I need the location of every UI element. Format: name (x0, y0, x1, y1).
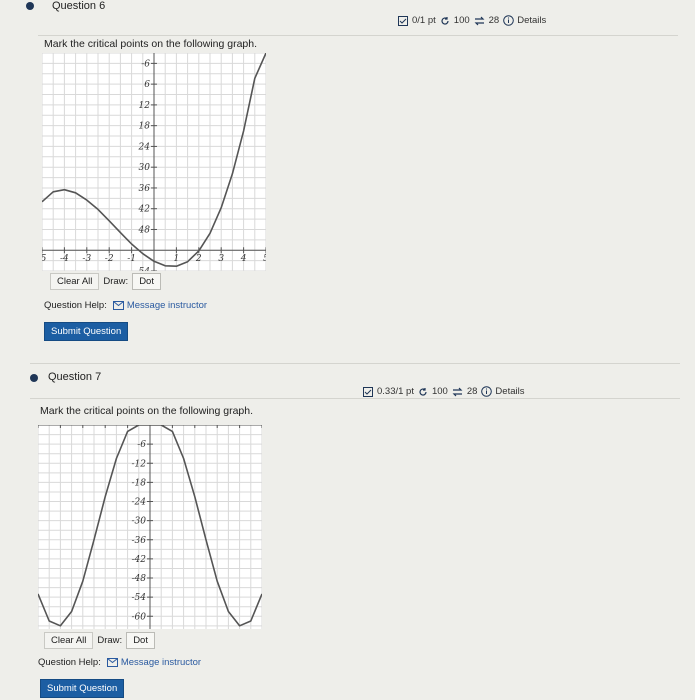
info-icon (503, 15, 515, 26)
y-tick-label: -54 (132, 593, 147, 603)
question-6-bullet (26, 2, 34, 10)
y-tick-label: -24 (132, 498, 147, 508)
clear-all-button[interactable]: Clear All (50, 273, 100, 290)
question-7-divider (30, 398, 680, 399)
score-box-icon (398, 15, 408, 26)
x-tick-label: 3 (218, 254, 224, 264)
question-7-details-label: Details (495, 386, 525, 397)
message-instructor-label: Message instructor (120, 657, 202, 668)
question-6-toolbar: Clear All Draw: Dot (50, 273, 161, 290)
question-help-label: Question Help: (38, 657, 101, 668)
y-tick-label: -36 (132, 536, 147, 546)
info-icon (481, 386, 493, 397)
question-help-label: Question Help: (44, 300, 107, 311)
x-tick-label: 1 (174, 254, 180, 264)
y-tick-label: -30 (132, 517, 147, 527)
question-6-details-label: Details (517, 15, 547, 26)
envelope-icon (106, 658, 118, 667)
message-instructor-label: Message instructor (126, 300, 208, 311)
y-tick-label: 30 (139, 163, 151, 173)
question-6-help: Question Help: Message instructor (44, 300, 207, 311)
question-6-attempts: 100 (453, 15, 470, 26)
question-7-graph-canvas[interactable]: -5-4-3-2-112345-6-12-18-24-30-36-42-48-5… (38, 425, 262, 629)
question-6-prompt: Mark the critical points on the followin… (44, 38, 258, 50)
draw-label: Draw: (97, 635, 123, 646)
question-7-bullet (30, 374, 38, 382)
question-6-status: 0/1 pt 100 28 Details (398, 15, 546, 26)
question-7-score: 0.33/1 pt (377, 386, 414, 397)
y-tick-label: -60 (132, 612, 147, 622)
question-7-attempts: 100 (431, 386, 448, 397)
x-tick-label: -5 (42, 254, 47, 264)
question-6-retries: 28 (488, 15, 500, 26)
y-tick-label: -48 (132, 574, 147, 584)
question-6-submit-button[interactable]: Submit Question (44, 322, 129, 341)
y-tick-label: 24 (138, 142, 151, 152)
dot-tool-button[interactable]: Dot (132, 273, 161, 290)
y-tick-label: 54 (139, 267, 151, 271)
y-tick-label: -6 (141, 59, 150, 69)
draw-label: Draw: (103, 276, 129, 287)
y-tick-label: -6 (137, 440, 146, 450)
question-6-header: Question 6 0/1 pt 100 28 Details (0, 0, 695, 26)
question-7-retries: 28 (466, 386, 478, 397)
retry-icon (452, 387, 463, 396)
question-7-graph[interactable]: -5-4-3-2-112345-6-12-18-24-30-36-42-48-5… (38, 425, 262, 629)
retry-icon (474, 16, 485, 25)
question-7-help: Question Help: Message instructor (38, 657, 201, 668)
envelope-icon (112, 301, 124, 310)
x-tick-label: 5 (263, 254, 266, 264)
y-tick-label: 18 (139, 122, 151, 132)
score-box-icon (363, 386, 373, 397)
question-7-toolbar: Clear All Draw: Dot (44, 632, 155, 649)
x-tick-label: -4 (60, 254, 69, 264)
question-6-graph[interactable]: -5-4-3-2-11234554484236302418126-6 (42, 53, 266, 271)
question-7-details-link[interactable]: Details (481, 386, 524, 397)
question-7-header: Question 7 0.33/1 pt 100 28 Details (0, 370, 695, 397)
y-tick-label: -42 (132, 555, 147, 565)
attempts-icon (441, 16, 449, 25)
question-6-title: Question 6 (52, 0, 106, 12)
x-tick-label: 2 (195, 254, 202, 264)
y-tick-label: 12 (139, 101, 151, 111)
y-tick-label: 42 (138, 205, 151, 215)
y-tick-label: -12 (132, 459, 147, 469)
question-7-prompt: Mark the critical points on the followin… (40, 405, 254, 417)
question-6-score: 0/1 pt (412, 15, 436, 26)
x-tick-label: 4 (240, 254, 247, 264)
x-tick-label: -1 (127, 254, 136, 264)
y-tick-label: 48 (138, 225, 151, 235)
clear-all-button[interactable]: Clear All (44, 632, 94, 649)
message-instructor-link[interactable]: Message instructor (112, 300, 208, 311)
question-7-title: Question 7 (48, 371, 102, 383)
dot-tool-button[interactable]: Dot (126, 632, 155, 649)
question-7-top-divider (30, 363, 680, 364)
message-instructor-link[interactable]: Message instructor (106, 657, 202, 668)
question-7-submit-button[interactable]: Submit Question (40, 679, 125, 698)
y-tick-label: 36 (139, 184, 151, 194)
question-6-divider (38, 35, 678, 36)
question-6-details-link[interactable]: Details (503, 15, 546, 26)
x-tick-label: -2 (105, 254, 114, 264)
question-7-status: 0.33/1 pt 100 28 Details (363, 386, 524, 397)
attempts-icon (419, 387, 427, 396)
question-6-graph-canvas[interactable]: -5-4-3-2-11234554484236302418126-6 (42, 53, 266, 271)
y-tick-label: -18 (132, 478, 147, 488)
x-tick-label: -3 (82, 254, 91, 264)
y-tick-label: 6 (144, 80, 150, 90)
